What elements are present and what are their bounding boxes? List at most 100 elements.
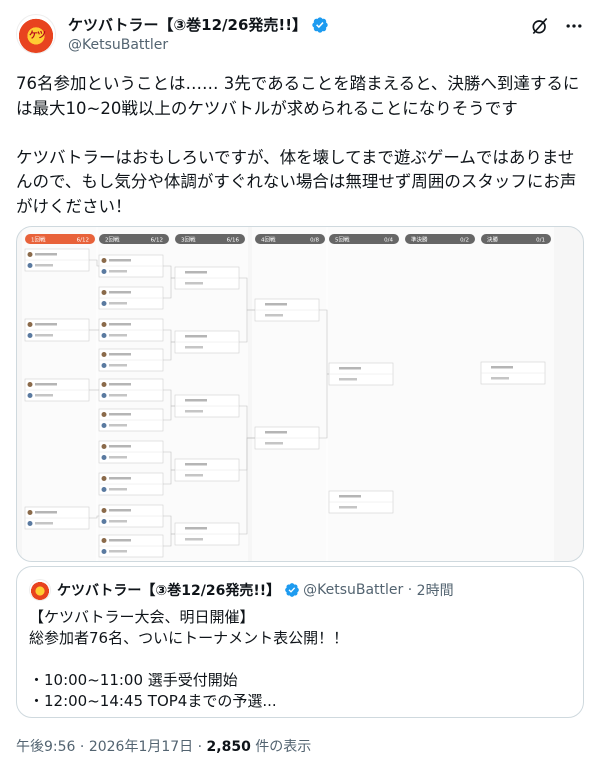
round-header-count: 0/8 <box>310 238 319 244</box>
player-name-placeholder <box>109 445 131 448</box>
player-name-placeholder <box>35 334 53 337</box>
player-name-placeholder <box>339 506 357 509</box>
player-avatar <box>101 444 107 449</box>
quote-handle: @KetsuBattler <box>303 582 404 598</box>
round-header-count: 0/2 <box>460 238 469 244</box>
player-avatar <box>101 519 107 524</box>
view-label: 件の表示 <box>255 739 312 755</box>
player-avatar <box>101 455 107 460</box>
player-avatar <box>101 487 107 492</box>
player-name-placeholder <box>185 399 207 402</box>
player-avatar <box>27 510 33 515</box>
quoted-tweet[interactable]: ケツバトラー【③巻12/26発売!!】 @KetsuBattler · 2時間 … <box>16 566 584 718</box>
player-name-placeholder <box>109 353 131 356</box>
round-header-label: 1回戦 <box>31 236 46 244</box>
player-name-placeholder <box>109 334 127 337</box>
round-header-label: 4回戦 <box>261 236 276 244</box>
more-options-icon[interactable] <box>564 16 584 36</box>
tweet-date[interactable]: 2026年1月17日 <box>89 739 193 755</box>
verified-badge-icon <box>312 16 328 33</box>
round-header-label: 3回戦 <box>181 236 196 244</box>
bracket-svg: 1回戦 6/12 2回戦 6/12 3回戦 6/16 4回戦 0/8 5回戦 0/4 準決勝 0/2 決… <box>22 227 554 561</box>
player-name-placeholder <box>109 394 127 397</box>
quote-time: 2時間 <box>416 583 454 599</box>
player-avatar <box>101 322 107 327</box>
player-name-placeholder <box>339 378 357 381</box>
player-avatar <box>101 549 107 554</box>
player-name-placeholder <box>491 366 513 369</box>
player-avatar <box>27 263 33 268</box>
quote-avatar <box>29 579 51 601</box>
player-name-placeholder <box>109 383 131 386</box>
player-name-placeholder <box>109 302 127 305</box>
player-name-placeholder <box>185 538 203 541</box>
player-name-placeholder <box>185 527 207 530</box>
player-name-placeholder <box>35 383 57 386</box>
meta-separator: · <box>79 739 89 755</box>
player-name-placeholder <box>35 323 57 326</box>
player-name-placeholder <box>109 477 131 480</box>
player-avatar <box>27 322 33 327</box>
player-name-placeholder <box>185 410 203 413</box>
round-header-label: 準決勝 <box>411 236 428 244</box>
avatar-logo: ケツ <box>28 31 46 41</box>
player-name-placeholder <box>265 303 287 306</box>
player-name-placeholder <box>185 335 207 338</box>
player-name-placeholder <box>109 539 131 542</box>
player-name-placeholder <box>265 442 283 445</box>
meta-separator: · <box>197 739 207 755</box>
player-avatar <box>101 301 107 306</box>
player-name-placeholder <box>35 394 53 397</box>
player-name-placeholder <box>109 291 131 294</box>
player-name-placeholder <box>185 474 203 477</box>
player-name-placeholder <box>109 259 131 262</box>
player-name-placeholder <box>185 282 203 285</box>
player-name-placeholder <box>265 431 287 434</box>
bracket-column-bg <box>402 227 478 561</box>
tournament-bracket-image[interactable]: 1回戦 6/12 2回戦 6/12 3回戦 6/16 4回戦 0/8 5回戦 0/4 準決勝 0/2 決… <box>16 226 584 562</box>
player-name-placeholder <box>109 488 127 491</box>
player-name-placeholder <box>185 271 207 274</box>
player-name-placeholder <box>185 463 207 466</box>
player-avatar <box>101 538 107 543</box>
player-name-placeholder <box>491 377 509 380</box>
player-avatar <box>27 333 33 338</box>
quote-separator: · <box>403 582 417 598</box>
player-name-placeholder <box>109 509 131 512</box>
author-display-name[interactable]: ケツバトラー【③巻12/26発売!!】 <box>68 14 307 35</box>
player-avatar <box>27 521 33 526</box>
player-name-placeholder <box>339 495 361 498</box>
author-name-row[interactable]: ケツバトラー【③巻12/26発売!!】 <box>68 14 329 35</box>
avatar[interactable]: ケツ <box>16 14 56 54</box>
player-name-placeholder <box>109 456 127 459</box>
player-name-placeholder <box>109 520 127 523</box>
player-avatar <box>101 333 107 338</box>
grok-icon[interactable] <box>530 16 550 36</box>
player-avatar <box>101 258 107 263</box>
player-avatar <box>101 352 107 357</box>
tweet-time[interactable]: 午後9:56 <box>16 739 75 755</box>
round-header-count: 6/16 <box>227 238 240 244</box>
player-avatar <box>27 382 33 387</box>
round-header-count: 6/12 <box>77 238 89 244</box>
round-header-label: 2回戦 <box>105 236 120 244</box>
player-name-placeholder <box>109 424 127 427</box>
round-header-label: 決勝 <box>487 236 499 244</box>
player-name-placeholder <box>185 346 203 349</box>
player-name-placeholder <box>339 367 361 370</box>
author-handle[interactable]: @KetsuBattler <box>68 37 168 53</box>
player-name-placeholder <box>109 364 127 367</box>
tweet-text: 76名参加ということは…… 3先であることを踏まえると、決勝へ到達するには最大1… <box>16 74 580 216</box>
player-avatar <box>101 393 107 398</box>
quote-header: ケツバトラー【③巻12/26発売!!】 @KetsuBattler · 2時間 <box>57 580 454 600</box>
quote-display-name: ケツバトラー【③巻12/26発売!!】 <box>57 583 281 599</box>
round-header-count: 6/12 <box>151 238 163 244</box>
player-avatar <box>101 269 107 274</box>
player-name-placeholder <box>35 522 53 525</box>
round-header-count: 0/4 <box>384 238 393 244</box>
tweet-header: ケツ ケツバトラー【③巻12/26発売!!】 @KetsuBattler <box>16 12 584 60</box>
player-avatar <box>27 252 33 257</box>
player-avatar <box>101 363 107 368</box>
player-avatar <box>101 508 107 513</box>
bracket-column-bg <box>252 227 328 561</box>
